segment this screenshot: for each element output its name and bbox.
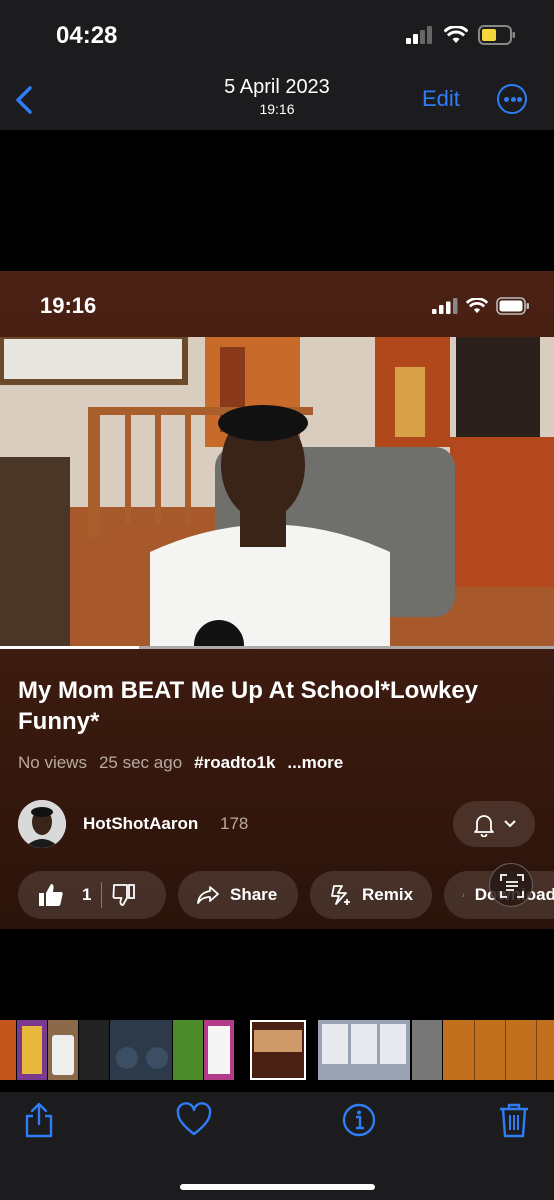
photo-date-title: 5 April 2023 19:16 (0, 76, 554, 117)
selected-thumbnail[interactable] (250, 1020, 306, 1080)
live-text-button[interactable] (489, 863, 533, 907)
wifi-icon (444, 26, 468, 43)
photo-time: 19:16 (259, 101, 295, 117)
signal-icon (432, 298, 458, 314)
live-text-icon (500, 874, 524, 898)
inner-status-icons (432, 297, 530, 315)
inner-status-time: 19:16 (40, 293, 97, 318)
remix-label: Remix (362, 885, 414, 904)
share-label: Share (230, 885, 278, 904)
edit-button[interactable]: Edit (422, 86, 460, 112)
channel-name[interactable]: HotShotAaron (83, 814, 198, 834)
thumbs-down-icon[interactable] (112, 883, 138, 907)
chevron-down-icon (504, 820, 516, 828)
status-time: 04:28 (56, 22, 118, 49)
status-bar: 04:28 (0, 0, 554, 72)
wifi-icon (466, 298, 488, 314)
view-count: No views (18, 753, 87, 772)
divider (101, 882, 103, 908)
video-progress-bar[interactable] (0, 646, 554, 649)
info-icon[interactable] (339, 1100, 379, 1140)
hashtag-link[interactable]: #roadto1k (194, 753, 275, 773)
avatar[interactable] (18, 800, 66, 848)
inner-status-bar: 19:16 (0, 271, 554, 337)
video-frame (0, 337, 554, 649)
photo-content: 19:16 My Mom BEAT Me Up At School*Lowkey… (0, 271, 554, 929)
thumbs-up-icon[interactable] (38, 883, 64, 907)
remix-icon (331, 885, 350, 905)
avatar-image (18, 800, 66, 848)
signal-icon (406, 26, 432, 44)
more-link[interactable]: ...more (287, 753, 343, 773)
status-icons (406, 25, 516, 45)
bell-icon (474, 815, 494, 837)
share-arrow-icon (197, 886, 219, 904)
trash-icon[interactable] (494, 1100, 534, 1140)
photo-nav-bar: 5 April 2023 19:16 Edit (0, 72, 554, 130)
upload-age: 25 sec ago (98, 753, 183, 772)
video-title[interactable]: My Mom BEAT Me Up At School*Lowkey Funny… (18, 675, 538, 737)
like-count: 1 (82, 885, 92, 904)
home-indicator (180, 1184, 375, 1190)
heart-icon[interactable] (174, 1100, 214, 1140)
video-meta: No views 25 sec ago #roadto1k ...more (18, 753, 343, 773)
share-icon[interactable] (19, 1100, 59, 1140)
action-bar: 1 Share Remix Download (18, 871, 554, 919)
battery-icon (496, 297, 529, 315)
video-player[interactable] (0, 337, 554, 649)
photo-date: 5 April 2023 (224, 76, 330, 98)
share-button[interactable]: Share (178, 871, 298, 919)
subscriber-count: 178 (220, 814, 249, 833)
like-dislike-button[interactable]: 1 (18, 871, 166, 919)
battery-icon (478, 25, 515, 45)
channel-row: HotShotAaron 178 (18, 800, 538, 850)
ellipsis-circle-icon[interactable] (497, 84, 527, 114)
remix-button[interactable]: Remix (310, 871, 432, 919)
notification-bell-button[interactable] (453, 801, 535, 847)
download-icon (462, 893, 465, 897)
